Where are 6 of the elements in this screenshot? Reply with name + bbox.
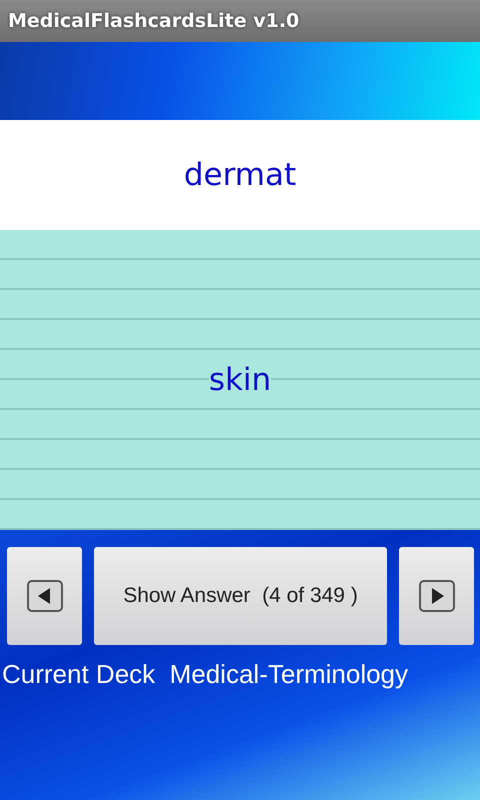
next-button[interactable] [399, 547, 474, 645]
card-term: dermat [184, 157, 296, 193]
window-title: MedicalFlashcardsLite v1.0 [8, 10, 300, 32]
current-deck-label: Current Deck Medical-Terminology [1, 658, 410, 690]
previous-button[interactable] [7, 547, 82, 645]
show-answer-button[interactable]: Show Answer (4 of 349 ) [94, 547, 387, 645]
